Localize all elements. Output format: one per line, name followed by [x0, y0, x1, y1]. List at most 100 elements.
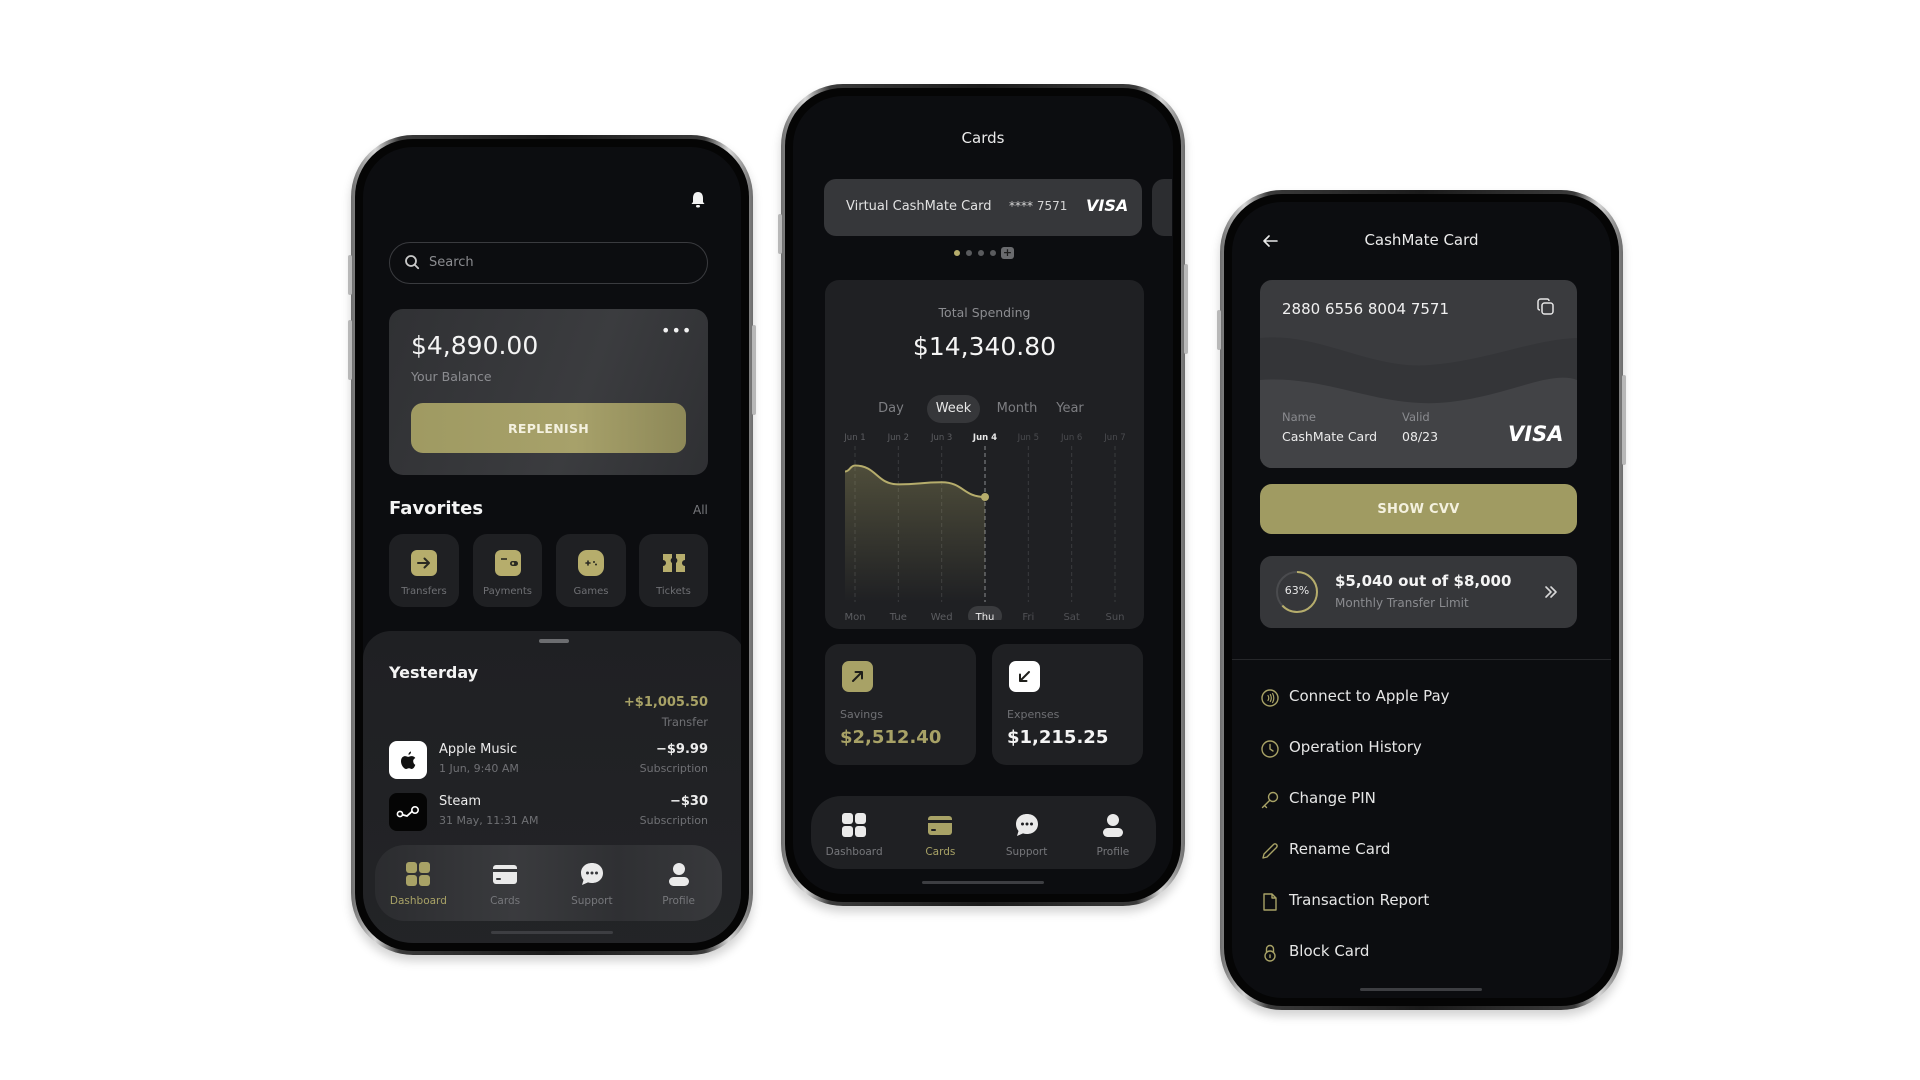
- nav-label: Profile: [662, 895, 695, 907]
- transaction-type: Subscription: [639, 814, 708, 827]
- nav-cards[interactable]: Cards: [462, 845, 549, 921]
- favorites-all-link[interactable]: All: [693, 503, 708, 517]
- arrow-down-left-icon: [1009, 661, 1040, 692]
- chart-date-label: Jun 1: [843, 433, 865, 443]
- nav-label: Dashboard: [389, 895, 447, 907]
- menu-rename-card[interactable]: Rename Card: [1232, 831, 1611, 871]
- transfer-limit-card[interactable]: 63% $5,040 out of $8,000 Monthly Transfe…: [1260, 556, 1577, 628]
- favorite-label: Tickets: [656, 586, 691, 597]
- card-strip-number: **** 7571: [1009, 199, 1068, 213]
- tab-year[interactable]: Year: [1050, 395, 1090, 423]
- card-icon: [492, 861, 518, 887]
- menu-change-pin[interactable]: Change PIN: [1232, 780, 1611, 820]
- card-name-value: CashMate Card: [1282, 429, 1378, 444]
- divider: [1232, 659, 1611, 660]
- nav-support[interactable]: Support: [549, 845, 636, 921]
- steam-icon: [389, 793, 427, 831]
- menu-operation-history[interactable]: Operation History: [1232, 729, 1611, 769]
- chevron-right-icon[interactable]: [1543, 584, 1559, 600]
- favorite-transfers[interactable]: Transfers: [389, 534, 459, 607]
- chart-area: [845, 465, 985, 602]
- expenses-amount: $1,215.25: [1007, 727, 1109, 748]
- side-button: [778, 214, 782, 254]
- tab-week[interactable]: Week: [927, 395, 980, 423]
- limit-percent: 63%: [1284, 584, 1310, 597]
- dashboard-grid-icon: [841, 812, 867, 838]
- nav-profile[interactable]: Profile: [1070, 796, 1156, 869]
- contactless-icon: [1260, 688, 1280, 708]
- pager-dot[interactable]: [966, 250, 972, 256]
- menu-block-card[interactable]: Block Card: [1232, 933, 1611, 973]
- nav-label: Support: [571, 895, 613, 907]
- transaction-row[interactable]: Apple Music 1 Jun, 9:40 AM −$9.99 Subscr…: [389, 741, 708, 781]
- pager-dot-active[interactable]: [954, 250, 960, 256]
- transaction-type: Transfer: [661, 715, 708, 729]
- nav-cards[interactable]: Cards: [897, 796, 983, 869]
- chat-bubble-icon: [579, 861, 605, 887]
- card-number: 2880 6556 8004 7571: [1282, 300, 1449, 318]
- favorite-label: Games: [573, 586, 609, 597]
- chart-day-label: Wed: [931, 612, 953, 620]
- expenses-card[interactable]: Expenses $1,215.25: [992, 644, 1143, 765]
- more-options-button[interactable]: •••: [661, 321, 692, 340]
- arrow-up-right-icon: [842, 661, 873, 692]
- transaction-row[interactable]: +$1,005.50 Transfer: [389, 695, 708, 735]
- pager-dot[interactable]: [990, 250, 996, 256]
- menu-connect-apple-pay[interactable]: Connect to Apple Pay: [1232, 678, 1611, 718]
- menu-transaction-report[interactable]: Transaction Report: [1232, 882, 1611, 922]
- tab-month[interactable]: Month: [992, 395, 1042, 423]
- sheet-drag-handle[interactable]: [539, 639, 569, 643]
- bell-icon[interactable]: [690, 191, 706, 209]
- chart-date-label: Jun 6: [1060, 433, 1082, 443]
- nav-label: Profile: [1096, 846, 1130, 858]
- pencil-icon: [1260, 841, 1280, 861]
- document-icon: [1260, 892, 1280, 912]
- spending-chart: Jun 1 Mon Jun 2 Tue Jun 3 Wed Jun 4 Thu Jun 5 Fri…: [843, 433, 1126, 620]
- card-strip[interactable]: Virtual CashMate Card **** 7571 VISA: [824, 179, 1142, 236]
- chart-day-label: Tue: [889, 612, 907, 620]
- favorite-games[interactable]: Games: [556, 534, 626, 607]
- card-name-label: Name: [1282, 410, 1316, 424]
- plus-icon[interactable]: +: [1001, 247, 1014, 259]
- chart-day-label: Mon: [844, 612, 865, 620]
- transaction-date: 31 May, 11:31 AM: [439, 814, 539, 827]
- nav-support[interactable]: Support: [984, 796, 1070, 869]
- key-icon: [1260, 790, 1280, 810]
- chat-bubble-icon: [1014, 812, 1040, 838]
- replenish-button[interactable]: REPLENISH: [411, 403, 686, 453]
- favorite-tickets[interactable]: Tickets: [639, 534, 708, 607]
- savings-card[interactable]: Savings $2,512.40: [825, 644, 976, 765]
- nav-dashboard[interactable]: Dashboard: [811, 796, 897, 869]
- card-valid-label: Valid: [1402, 410, 1430, 424]
- next-card-peek[interactable]: [1152, 179, 1172, 236]
- spending-amount: $14,340.80: [912, 332, 1057, 361]
- chart-date-label: Jun 7: [1103, 433, 1125, 443]
- search-icon: [404, 254, 420, 270]
- search-input[interactable]: Search: [389, 242, 708, 284]
- menu-label: Change PIN: [1289, 789, 1376, 807]
- nav-profile[interactable]: Profile: [635, 845, 722, 921]
- chart-day-label: Sun: [1105, 612, 1124, 620]
- home-indicator: [491, 931, 613, 934]
- menu-label: Connect to Apple Pay: [1289, 687, 1450, 705]
- home-indicator: [1360, 988, 1482, 991]
- transaction-name: Steam: [439, 794, 481, 809]
- tab-day[interactable]: Day: [871, 395, 911, 423]
- dashboard-grid-icon: [405, 861, 431, 887]
- nav-label: Cards: [490, 895, 521, 907]
- favorite-payments[interactable]: Payments: [473, 534, 542, 607]
- nav-dashboard[interactable]: Dashboard: [375, 845, 462, 921]
- transaction-name: Apple Music: [439, 742, 518, 757]
- copy-icon[interactable]: [1537, 298, 1555, 316]
- show-cvv-button[interactable]: SHOW CVV: [1260, 484, 1577, 534]
- arrow-right-icon: [411, 550, 437, 576]
- spending-panel: Total Spending $14,340.80 Day Week Month…: [825, 280, 1144, 629]
- side-button: [348, 255, 352, 295]
- pager-dot[interactable]: [978, 250, 984, 256]
- transaction-row[interactable]: Steam 31 May, 11:31 AM −$30 Subscription: [389, 793, 708, 833]
- favorite-label: Payments: [483, 586, 532, 597]
- card-valid-value: 08/23: [1402, 429, 1439, 444]
- phone-dashboard: Search $4,890.00 Your Balance ••• REPLEN…: [348, 135, 756, 955]
- chart-date-label: Jun 3: [930, 433, 952, 443]
- transaction-type: Subscription: [639, 762, 708, 775]
